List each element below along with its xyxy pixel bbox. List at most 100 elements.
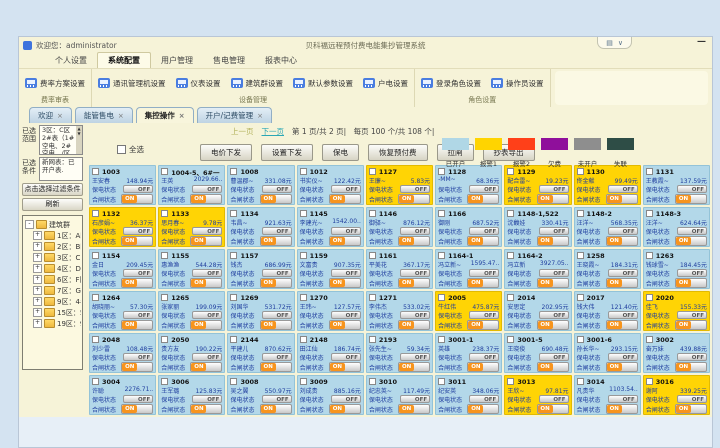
meter-card[interactable]: 2193张先生~59.34元保电状态OFF合闸状态ON bbox=[366, 333, 433, 373]
keep-power-toggle[interactable]: OFF bbox=[192, 353, 222, 361]
meter-card[interactable]: 1154金日209.45元保电状态OFF合闸状态ON bbox=[89, 249, 156, 289]
meter-card[interactable]: 3001-5王晓俊690.48元保电状态OFF合闸状态ON bbox=[504, 333, 571, 373]
meter-card[interactable]: 1157钱杰686.99元保电状态OFF合闸状态ON bbox=[227, 249, 294, 289]
meter-checkbox[interactable] bbox=[369, 168, 376, 175]
meter-checkbox[interactable] bbox=[369, 294, 376, 301]
meter-card[interactable]: 1003王安春148.94元保电状态OFF合闸状态ON bbox=[89, 165, 156, 205]
toolbar-button[interactable]: 设置下发 bbox=[261, 144, 313, 161]
keep-power-toggle[interactable]: OFF bbox=[539, 395, 569, 403]
meter-card[interactable]: 1263钱球雪~184.45元保电状态OFF合闸状态ON bbox=[643, 249, 710, 289]
switch-status-toggle[interactable]: ON bbox=[467, 362, 499, 372]
switch-status-toggle[interactable]: ON bbox=[121, 236, 153, 246]
keep-power-toggle[interactable]: OFF bbox=[469, 269, 499, 277]
meter-card[interactable]: 2144平建儿870.62元保电状态OFF合闸状态ON bbox=[227, 333, 294, 373]
switch-status-toggle[interactable]: ON bbox=[537, 320, 569, 330]
meter-checkbox[interactable] bbox=[161, 168, 168, 175]
switch-status-toggle[interactable]: ON bbox=[606, 320, 638, 330]
meter-checkbox[interactable] bbox=[161, 294, 168, 301]
switch-status-toggle[interactable]: ON bbox=[121, 404, 153, 414]
switch-status-toggle[interactable]: ON bbox=[467, 320, 499, 330]
meter-card[interactable]: 1012书实仪~122.42元保电状态OFF合闸状态ON bbox=[297, 165, 364, 205]
keep-power-toggle[interactable]: OFF bbox=[400, 311, 430, 319]
tab-close-icon[interactable]: × bbox=[57, 112, 63, 120]
meter-checkbox[interactable] bbox=[438, 336, 445, 343]
switch-status-toggle[interactable]: ON bbox=[190, 194, 222, 204]
meter-checkbox[interactable] bbox=[300, 294, 307, 301]
keep-power-toggle[interactable]: OFF bbox=[262, 185, 292, 193]
meter-card[interactable]: 1132石彦娟~36.37元保电状态OFF合闸状态ON bbox=[89, 207, 156, 247]
tree-item[interactable]: +3区：C区2#井（ bbox=[25, 252, 81, 263]
switch-status-toggle[interactable]: ON bbox=[467, 404, 499, 414]
ribbon-button[interactable]: 仪表设置 bbox=[176, 78, 221, 89]
meter-checkbox[interactable] bbox=[438, 294, 445, 301]
meter-card[interactable]: 1004-5、6#一王英2029.66..保电状态OFF合闸状态ON bbox=[158, 165, 225, 205]
doc-tab-1[interactable]: 欢迎× bbox=[29, 107, 72, 123]
keep-power-toggle[interactable]: OFF bbox=[262, 311, 292, 319]
keep-power-toggle[interactable]: OFF bbox=[608, 227, 638, 235]
meter-card[interactable]: 1161平美花367.17元保电状态OFF合闸状态ON bbox=[366, 249, 433, 289]
keep-power-toggle[interactable]: OFF bbox=[539, 353, 569, 361]
toolbar-button[interactable]: 保电 bbox=[322, 144, 359, 161]
skin-selector[interactable]: ▤ ∨ bbox=[597, 37, 632, 49]
meter-checkbox[interactable] bbox=[92, 294, 99, 301]
switch-status-toggle[interactable]: ON bbox=[121, 362, 153, 372]
switch-status-toggle[interactable]: ON bbox=[537, 236, 569, 246]
keep-power-toggle[interactable]: OFF bbox=[331, 185, 361, 193]
switch-status-toggle[interactable]: ON bbox=[606, 362, 638, 372]
keep-power-toggle[interactable]: OFF bbox=[539, 269, 569, 277]
meter-checkbox[interactable] bbox=[230, 210, 237, 217]
keep-power-toggle[interactable]: OFF bbox=[608, 269, 638, 277]
meter-card[interactable]: 3001-1英雄238.37元保电状态OFF合闸状态ON bbox=[435, 333, 502, 373]
meter-checkbox[interactable] bbox=[161, 210, 168, 217]
meter-card[interactable]: 2020佳飞155.33元保电状态OFF合闸状态ON bbox=[643, 291, 710, 331]
switch-status-toggle[interactable]: ON bbox=[329, 362, 361, 372]
meter-card[interactable]: 1129配合雷~19.23元保电状态OFF合闸状态ON bbox=[504, 165, 571, 205]
switch-status-toggle[interactable]: ON bbox=[398, 236, 430, 246]
menu-tab-5[interactable]: 报表中心 bbox=[255, 53, 307, 68]
meter-card[interactable]: 1148-2汪洋~568.35元保电状态OFF合闸状态ON bbox=[574, 207, 641, 247]
switch-status-toggle[interactable]: ON bbox=[329, 404, 361, 414]
meter-checkbox[interactable] bbox=[577, 252, 584, 259]
keep-power-toggle[interactable]: OFF bbox=[677, 269, 707, 277]
keep-power-toggle[interactable]: OFF bbox=[400, 395, 430, 403]
tree-item[interactable]: +1区：A区1#井 bbox=[25, 230, 81, 241]
skin-icon[interactable]: ▤ bbox=[606, 39, 613, 47]
select-all-checkbox[interactable] bbox=[117, 145, 126, 154]
meter-card[interactable]: 1270王玮~127.57元保电状态OFF合闸状态ON bbox=[297, 291, 364, 331]
keep-power-toggle[interactable]: OFF bbox=[192, 185, 222, 193]
select-all[interactable]: 全选 bbox=[117, 144, 144, 155]
switch-status-toggle[interactable]: ON bbox=[329, 194, 361, 204]
keep-power-toggle[interactable]: OFF bbox=[331, 227, 361, 235]
meter-card[interactable]: 2005牛红伟475.87元保电状态OFF合闸状态ON bbox=[435, 291, 502, 331]
meter-card[interactable]: 3001-6孙长华~293.15元保电状态OFF合闸状态ON bbox=[574, 333, 641, 373]
meter-card[interactable]: 1145李建光~1542.00..保电状态OFF合闸状态ON bbox=[297, 207, 364, 247]
switch-status-toggle[interactable]: ON bbox=[190, 236, 222, 246]
meter-checkbox[interactable] bbox=[230, 252, 237, 259]
meter-card[interactable]: 1269刘国华531.72元保电状态OFF合闸状态ON bbox=[227, 291, 294, 331]
meter-card[interactable]: 2050贵方友190.22元保电状态OFF合闸状态ON bbox=[158, 333, 225, 373]
meter-checkbox[interactable] bbox=[161, 252, 168, 259]
meter-card[interactable]: 1166御刚687.52元保电状态OFF合闸状态ON bbox=[435, 207, 502, 247]
keep-power-toggle[interactable]: OFF bbox=[469, 311, 499, 319]
ribbon-button[interactable]: 操作员设置 bbox=[491, 78, 544, 89]
meter-checkbox[interactable] bbox=[300, 168, 307, 175]
meter-card[interactable]: 3002奋万妹439.88元保电状态OFF合闸状态ON bbox=[643, 333, 710, 373]
refresh-button[interactable]: 刷新 bbox=[22, 198, 83, 211]
switch-status-toggle[interactable]: ON bbox=[398, 404, 430, 414]
switch-status-toggle[interactable]: ON bbox=[398, 194, 430, 204]
expand-icon[interactable]: + bbox=[33, 308, 42, 317]
expand-icon[interactable]: + bbox=[33, 264, 42, 273]
keep-power-toggle[interactable]: OFF bbox=[123, 311, 153, 319]
switch-status-toggle[interactable]: ON bbox=[121, 320, 153, 330]
meter-card[interactable]: 1148-1,522沈馥娃330.41元保电状态OFF合闸状态ON bbox=[504, 207, 571, 247]
meter-card[interactable]: 2017钱大伟121.40元保电状态OFF合闸状态ON bbox=[574, 291, 641, 331]
meter-checkbox[interactable] bbox=[300, 336, 307, 343]
meter-card[interactable]: 3006王军璐125.83元保电状态OFF合闸状态ON bbox=[158, 375, 225, 415]
switch-status-toggle[interactable]: ON bbox=[675, 236, 707, 246]
keep-power-toggle[interactable]: OFF bbox=[469, 395, 499, 403]
meter-card[interactable]: 1148-3汪洋~624.64元保电状态OFF合闸状态ON bbox=[643, 207, 710, 247]
meter-checkbox[interactable] bbox=[369, 252, 376, 259]
meter-card[interactable]: 1271李伟杰533.02元保电状态OFF合闸状态ON bbox=[366, 291, 433, 331]
meter-checkbox[interactable] bbox=[161, 336, 168, 343]
switch-status-toggle[interactable]: ON bbox=[537, 404, 569, 414]
